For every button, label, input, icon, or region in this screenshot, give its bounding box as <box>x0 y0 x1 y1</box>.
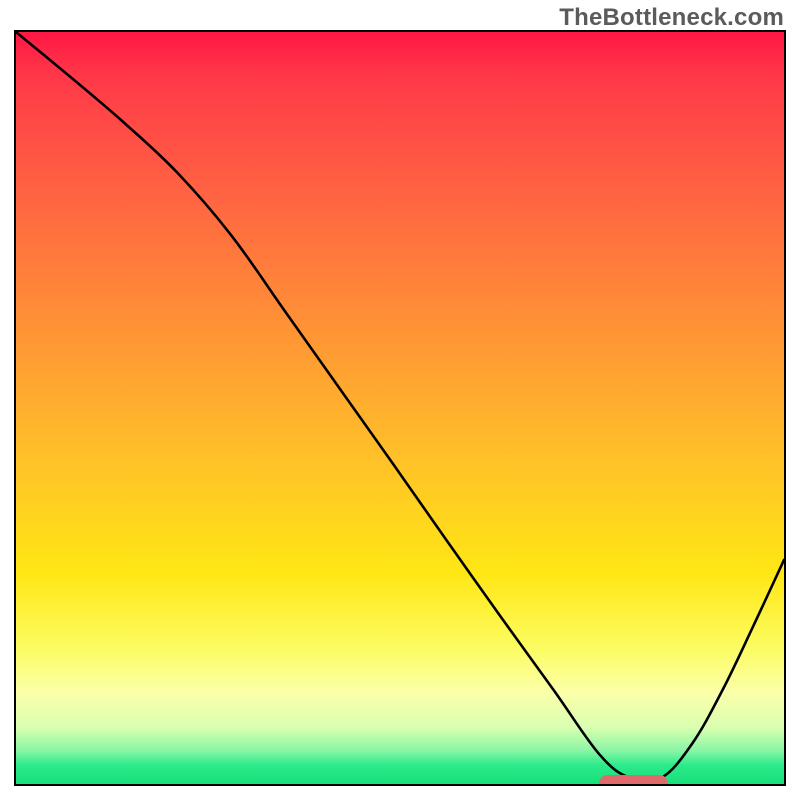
watermark-text: TheBottleneck.com <box>559 4 784 32</box>
bottleneck-curve <box>16 32 784 784</box>
optimal-range-marker <box>599 775 669 786</box>
chart-frame: TheBottleneck.com <box>0 0 800 800</box>
plot-area <box>14 30 786 786</box>
